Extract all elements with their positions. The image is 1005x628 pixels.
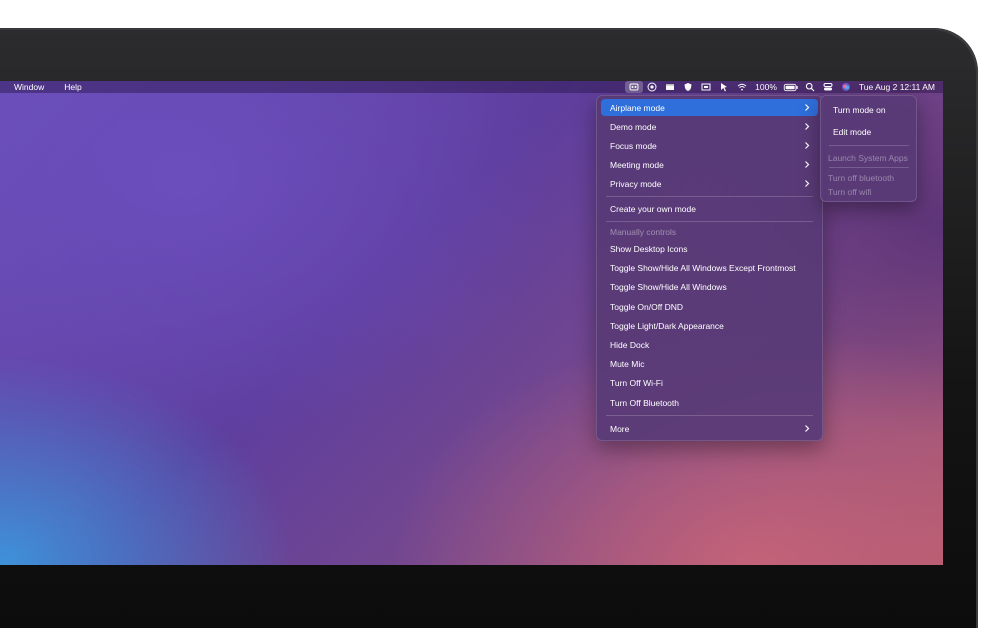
menu-item-turn-off-bluetooth[interactable]: Turn Off Bluetooth (601, 394, 818, 411)
menu-window[interactable]: Window (10, 82, 48, 92)
menu-item-label: Demo mode (610, 121, 657, 132)
menu-item-label: Turn Off Wi-Fi (610, 377, 663, 388)
chevron-right-icon (805, 123, 810, 130)
menu-item-privacy-mode[interactable]: Privacy mode (601, 175, 818, 192)
menu-item-focus-mode[interactable]: Focus mode (601, 137, 818, 154)
menu-item-label: Hide Dock (610, 339, 650, 350)
menu-item-toggle-dnd[interactable]: Toggle On/Off DND (601, 298, 818, 315)
menu-item-hide-dock[interactable]: Hide Dock (601, 336, 818, 353)
battery-icon[interactable] (781, 81, 801, 93)
menu-item-toggle-all-windows[interactable]: Toggle Show/Hide All Windows (601, 278, 818, 295)
shield-icon[interactable] (679, 81, 697, 93)
menu-item-create-mode[interactable]: Create your own mode (601, 200, 818, 217)
menu-item-label: Privacy mode (610, 178, 662, 189)
section-header-label: Manually controls (610, 226, 677, 237)
submenu-item-label: Launch System Apps (828, 152, 908, 163)
chevron-right-icon (805, 104, 810, 111)
menu-item-label: Toggle Show/Hide All Windows (610, 281, 727, 292)
menu-item-label: Toggle Light/Dark Appearance (610, 320, 724, 331)
menu-separator (606, 415, 813, 416)
menu-separator (606, 196, 813, 197)
siri-icon[interactable] (837, 81, 855, 93)
battery-percent: 100% (755, 82, 777, 92)
menu-item-label: Mute Mic (610, 358, 645, 369)
menu-bar-clock[interactable]: Tue Aug 2 12:11 AM (855, 82, 939, 92)
focus-icon[interactable] (643, 81, 661, 93)
wifi-icon[interactable] (733, 81, 751, 93)
submenu-separator (829, 145, 909, 146)
airplane-mode-submenu: Turn mode on Edit mode Launch System App… (820, 95, 917, 202)
chevron-right-icon (805, 180, 810, 187)
menu-item-toggle-windows-except-frontmost[interactable]: Toggle Show/Hide All Windows Except Fron… (601, 259, 818, 276)
display-icon[interactable] (697, 81, 715, 93)
menu-item-turn-off-wifi[interactable]: Turn Off Wi-Fi (601, 374, 818, 391)
submenu-item-label: Turn mode on (833, 104, 886, 115)
menu-item-show-desktop-icons[interactable]: Show Desktop Icons (601, 240, 818, 257)
submenu-edit-mode[interactable]: Edit mode (825, 124, 912, 139)
submenu-item-label: Edit mode (833, 126, 872, 137)
menu-item-label: Meeting mode (610, 159, 664, 170)
menu-item-label: Turn Off Bluetooth (610, 397, 679, 408)
submenu-separator (829, 167, 909, 168)
menu-item-toggle-appearance[interactable]: Toggle Light/Dark Appearance (601, 317, 818, 334)
menu-item-more[interactable]: More (601, 420, 818, 437)
menu-item-meeting-mode[interactable]: Meeting mode (601, 156, 818, 173)
menu-item-label: Toggle Show/Hide All Windows Except Fron… (610, 262, 796, 273)
menu-item-label: Show Desktop Icons (610, 243, 688, 254)
menu-help[interactable]: Help (60, 82, 85, 92)
menu-item-airplane-mode[interactable]: Airplane mode (601, 99, 818, 116)
submenu-launch-system-apps: Launch System Apps (825, 150, 912, 165)
chevron-right-icon (805, 161, 810, 168)
submenu-turn-mode-on[interactable]: Turn mode on (825, 102, 912, 117)
submenu-turn-off-bluetooth: Turn off bluetooth (825, 170, 912, 185)
menu-item-label: More (610, 423, 630, 434)
menu-item-label: Focus mode (610, 140, 657, 151)
modes-app-icon[interactable] (625, 81, 644, 93)
chevron-right-icon (805, 142, 810, 149)
modes-dropdown-menu: Airplane mode Demo mode Focus mode Meeti… (596, 95, 823, 441)
menu-bar: Window Help 100% Tue Aug 2 12:11 AM (0, 81, 943, 93)
menu-item-mute-mic[interactable]: Mute Mic (601, 355, 818, 372)
chevron-right-icon (805, 425, 810, 432)
menu-item-label: Create your own mode (610, 203, 696, 214)
menu-item-label: Airplane mode (610, 102, 665, 113)
menu-item-demo-mode[interactable]: Demo mode (601, 118, 818, 135)
manual-controls-header: Manually controls (601, 223, 818, 240)
window-icon[interactable] (661, 81, 679, 93)
menu-separator (606, 221, 813, 222)
cursor-icon[interactable] (715, 81, 733, 93)
submenu-turn-off-wifi: Turn off wifi (825, 184, 912, 199)
submenu-item-label: Turn off wifi (828, 186, 872, 197)
menu-item-label: Toggle On/Off DND (610, 301, 684, 312)
submenu-item-label: Turn off bluetooth (828, 172, 895, 183)
search-icon[interactable] (801, 81, 819, 93)
control-center-icon[interactable] (819, 81, 837, 93)
